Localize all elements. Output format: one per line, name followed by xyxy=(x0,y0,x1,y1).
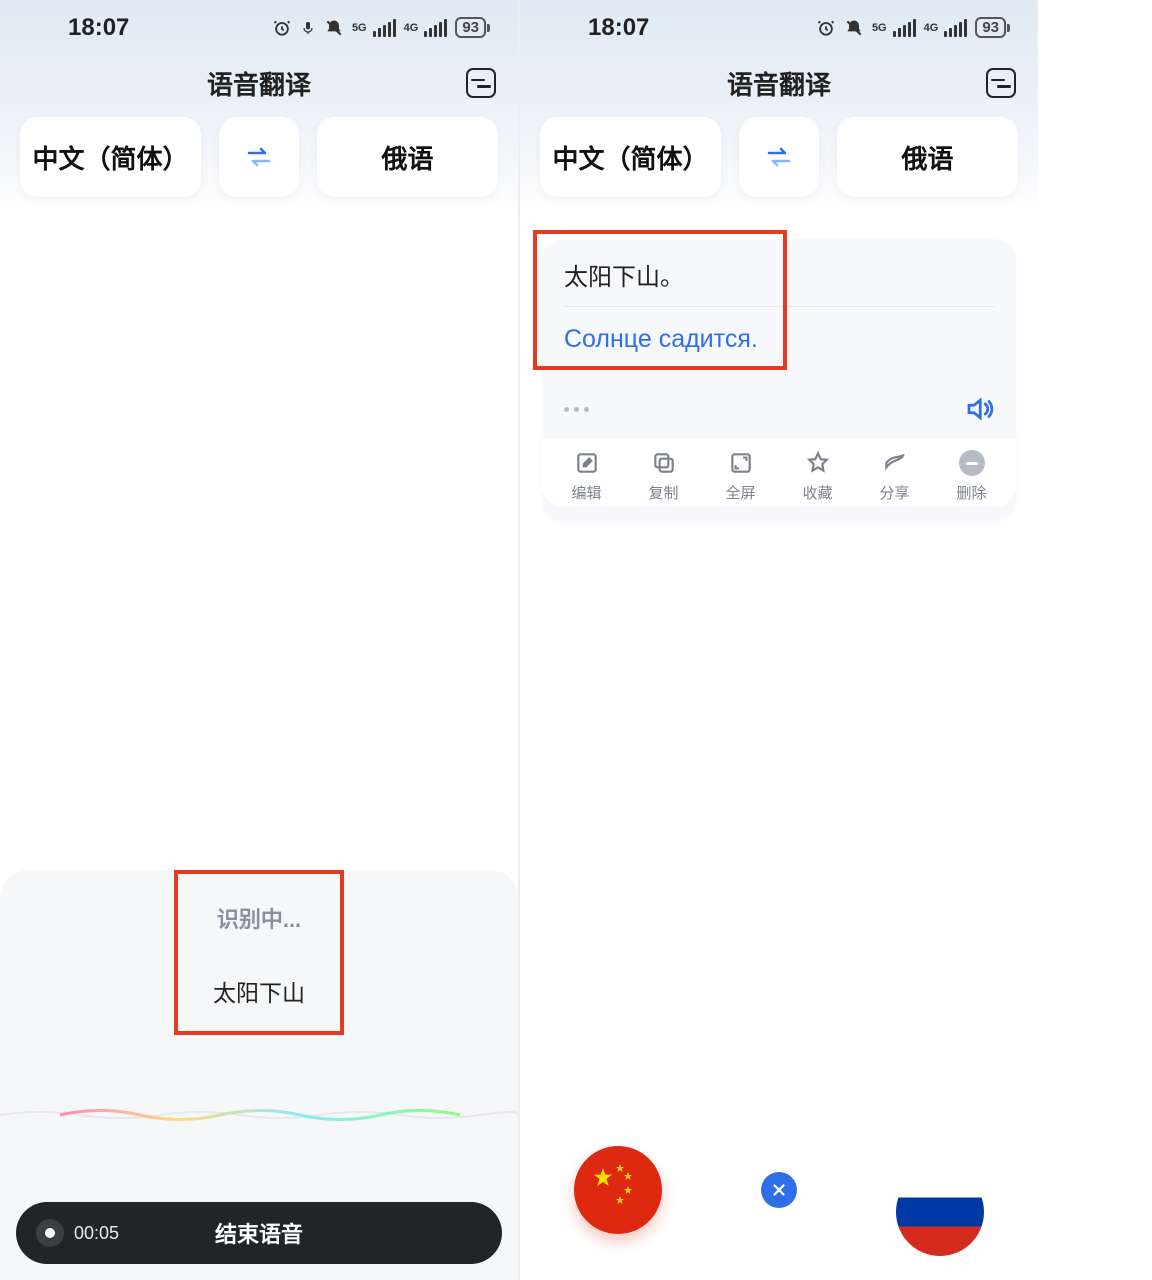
waveform-icon xyxy=(0,1106,518,1124)
edit-icon xyxy=(574,450,600,476)
page-title: 语音翻译 xyxy=(207,65,311,102)
share-button[interactable]: 分享 xyxy=(865,450,925,503)
edit-label: 编辑 xyxy=(571,482,601,503)
close-icon xyxy=(770,1181,788,1199)
net2-label: 4G xyxy=(924,22,939,34)
source-text: 太阳下山。 xyxy=(564,257,994,306)
share-label: 分享 xyxy=(879,482,909,503)
speak-russian-button[interactable] xyxy=(896,1168,984,1256)
net1-label: 5G xyxy=(872,22,887,34)
screen-result: 18:07 5G 4G 93 语音翻译 中文（简体） xyxy=(520,0,1038,1280)
net1-label: 5G xyxy=(352,22,367,34)
alarm-icon xyxy=(816,18,836,38)
content-area: 识别中... 太阳下山 00:05 结束语音 xyxy=(0,211,518,1280)
source-language-button[interactable]: 中文（简体） xyxy=(540,117,721,197)
clock: 18:07 xyxy=(588,14,649,42)
recognizing-label: 识别中... xyxy=(217,902,301,934)
swap-icon xyxy=(246,146,272,168)
net2-label: 4G xyxy=(404,22,419,34)
stop-recording-label: 结束语音 xyxy=(16,1217,502,1249)
target-language-button[interactable]: 俄语 xyxy=(317,117,498,197)
page-title: 语音翻译 xyxy=(727,65,831,102)
swap-languages-button[interactable] xyxy=(219,117,299,197)
highlight-box xyxy=(174,870,344,1035)
signal1-icon xyxy=(893,19,916,37)
signal1-icon xyxy=(373,19,396,37)
mic-icon xyxy=(300,18,316,38)
target-text: Солнце садится. xyxy=(564,307,994,354)
status-icons: 5G 4G 93 xyxy=(816,17,1010,38)
fullscreen-label: 全屏 xyxy=(725,482,755,503)
copy-label: 复制 xyxy=(648,482,678,503)
header: 语音翻译 xyxy=(0,55,518,111)
recognizing-text: 太阳下山 xyxy=(213,974,305,1008)
translation-card: 太阳下山。 Солнце садится. xyxy=(542,239,1016,521)
bottom-controls xyxy=(520,1146,1038,1234)
content-area: 太阳下山。 Солнце садится. xyxy=(520,211,1038,1280)
delete-button[interactable]: 删除 xyxy=(942,450,1002,503)
language-row: 中文（简体） 俄语 xyxy=(0,111,518,211)
share-icon xyxy=(882,450,908,476)
speaker-icon xyxy=(964,394,994,424)
mute-icon xyxy=(324,18,344,38)
recognition-panel: 识别中... 太阳下山 00:05 结束语音 xyxy=(0,870,518,1280)
favorite-button[interactable]: 收藏 xyxy=(788,450,848,503)
star-icon xyxy=(805,450,831,476)
fullscreen-button[interactable]: 全屏 xyxy=(711,450,771,503)
favorite-label: 收藏 xyxy=(802,482,832,503)
more-options-button[interactable] xyxy=(564,407,589,412)
speak-chinese-button[interactable] xyxy=(574,1146,662,1234)
status-icons: 5G 4G 93 xyxy=(272,17,490,38)
status-bar: 18:07 5G 4G 93 xyxy=(0,0,518,55)
delete-icon xyxy=(959,450,985,476)
battery-icon: 93 xyxy=(975,17,1010,38)
status-bar: 18:07 5G 4G 93 xyxy=(520,0,1038,55)
swap-languages-button[interactable] xyxy=(739,117,819,197)
signal2-icon xyxy=(424,19,447,37)
settings-toggle-icon[interactable] xyxy=(986,68,1016,98)
copy-icon xyxy=(651,450,677,476)
delete-label: 删除 xyxy=(956,482,986,503)
target-language-button[interactable]: 俄语 xyxy=(837,117,1018,197)
play-audio-button[interactable] xyxy=(964,394,994,424)
source-language-button[interactable]: 中文（简体） xyxy=(20,117,201,197)
battery-icon: 93 xyxy=(455,17,490,38)
swap-icon xyxy=(766,146,792,168)
edit-button[interactable]: 编辑 xyxy=(557,450,617,503)
stop-recording-button[interactable]: 00:05 结束语音 xyxy=(16,1202,502,1264)
card-actions: 编辑 复制 全屏 收藏 xyxy=(542,438,1016,507)
language-row: 中文（简体） 俄语 xyxy=(520,111,1038,211)
screen-recording: 18:07 5G 4G 93 语音翻译 中文（简体） xyxy=(0,0,518,1280)
stars-icon xyxy=(614,1162,654,1206)
copy-button[interactable]: 复制 xyxy=(634,450,694,503)
close-button[interactable] xyxy=(761,1172,797,1208)
alarm-icon xyxy=(272,18,292,38)
mute-icon xyxy=(844,18,864,38)
signal2-icon xyxy=(944,19,967,37)
header: 语音翻译 xyxy=(520,55,1038,111)
fullscreen-icon xyxy=(728,450,754,476)
clock: 18:07 xyxy=(68,14,129,42)
star-icon xyxy=(592,1166,614,1188)
settings-toggle-icon[interactable] xyxy=(466,68,496,98)
